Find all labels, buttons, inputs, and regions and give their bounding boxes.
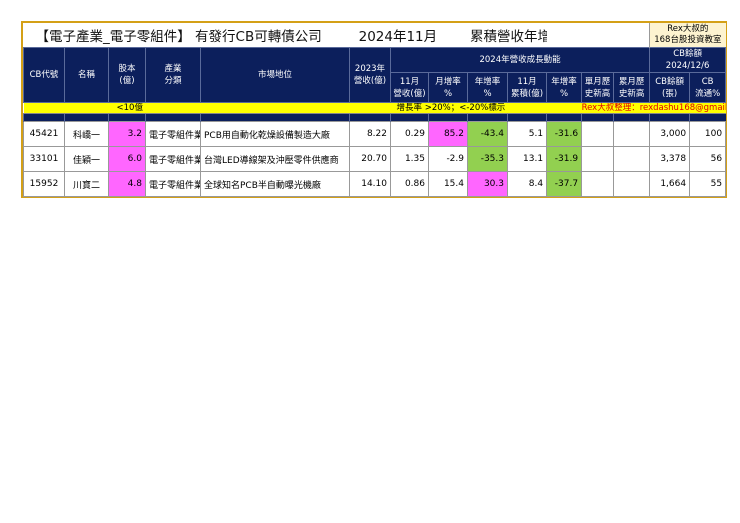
cell-cb-bal: 1,664 <box>649 171 691 197</box>
cell-cum: 8.4 <box>506 171 548 197</box>
header-nov-rev: 11月 營收(億) <box>390 72 429 103</box>
header-market: 市場地位 <box>200 47 350 103</box>
cell-code: 33101 <box>23 146 65 172</box>
cell-mom: 15.4 <box>428 171 468 197</box>
cell-cb-float: 100 <box>689 121 727 147</box>
brand-line: Rex大叔的 <box>667 24 709 34</box>
cell-cum-high <box>613 146 651 172</box>
cell-industry: 電子零組件業 <box>145 146 201 172</box>
header-industry: 產業 分類 <box>145 47 201 103</box>
cell-cum: 5.1 <box>506 121 548 147</box>
cell-nov-rev: 1.35 <box>390 146 429 172</box>
table-row: 15952 川寶二 4.8 電子零組件業 全球知名PCB半自動曝光機廠 14.10 0.86… <box>23 171 727 197</box>
header-cb-float: CB 流通% <box>689 72 727 103</box>
table-row: 45421 科嶠一 3.2 電子零組件業 PCB用自動化乾燥設備製造大廠 8.22 0.29… <box>23 121 727 147</box>
cell-market: PCB用自動化乾燥設備製造大廠 <box>200 121 350 147</box>
page-subtitle: 累積營收年增率排行 <box>470 29 547 45</box>
cell-cb-bal: 3,000 <box>649 121 691 147</box>
header-yoy: 年增率% <box>467 72 508 103</box>
cell-rev2023: 20.70 <box>349 146 391 172</box>
period-label: 2024年11月 <box>358 29 438 45</box>
cell-yoy: 30.3 <box>467 171 508 197</box>
cell-market: 全球知名PCB半自動曝光機廠 <box>200 171 350 197</box>
header-cum-high: 累月歷 史新高 <box>613 72 651 103</box>
header-growth-group: 2024年營收成長動能 <box>389 47 651 73</box>
cell-code: 15952 <box>23 171 65 197</box>
cell-capital: 3.2 <box>108 121 146 147</box>
header-cb-group: CB餘額 2024/12/6 <box>649 47 727 73</box>
header-month-high: 單月歷 史新高 <box>581 72 615 103</box>
cell-capital: 6.0 <box>108 146 146 172</box>
cell-capital: 4.8 <box>108 171 146 197</box>
cell-mom: 85.2 <box>428 121 468 147</box>
cell-month-high <box>581 171 615 197</box>
header-mom: 月增率% <box>428 72 468 103</box>
header-name: 名稱 <box>64 47 109 103</box>
title-row: 【電子產業_電子零組件】 有發行CB可轉債公司 2024年11月 累積營收年增率… <box>24 23 547 48</box>
cell-cum: 13.1 <box>506 146 548 172</box>
header-cum-yoy: 年增率% <box>546 72 583 103</box>
cell-name: 佳穎一 <box>64 146 109 172</box>
cell-name: 科嶠一 <box>64 121 109 147</box>
highlight-note: 增長率 >20%；<-20%標示 <box>390 102 582 114</box>
cell-nov-rev: 0.29 <box>390 121 429 147</box>
table-row: 33101 佳穎一 6.0 電子零組件業 台灣LED導線架及沖壓零件供應商 20.70 1.… <box>23 146 727 172</box>
cell-nov-rev: 0.86 <box>390 171 429 197</box>
brand-line: 168台股投資教室 <box>654 35 722 45</box>
report-frame: 【電子產業_電子零組件】 有發行CB可轉債公司 2024年11月 累積營收年增率… <box>21 21 727 198</box>
cell-rev2023: 14.10 <box>349 171 391 197</box>
cell-rev2023: 8.22 <box>349 121 391 147</box>
cell-cum-high <box>613 121 651 147</box>
cell-cb-float: 56 <box>689 146 727 172</box>
header-cb-balance: CB餘額 (張) <box>649 72 691 103</box>
brand-box: Rex大叔的 168台股投資教室 <box>649 23 726 48</box>
credit-email: Rex大叔整理：rexdashu168@gmail.com <box>581 102 726 114</box>
cell-cb-float: 55 <box>689 171 727 197</box>
cb-table: 【電子產業_電子零組件】 有發行CB可轉債公司 2024年11月 累積營收年增率… <box>23 23 727 197</box>
cell-industry: 電子零組件業 <box>145 171 201 197</box>
cell-code: 45421 <box>23 121 65 147</box>
cell-cum-yoy: -31.9 <box>546 146 583 172</box>
cell-cb-bal: 3,378 <box>649 146 691 172</box>
cell-cum-yoy: -31.6 <box>546 121 583 147</box>
cell-yoy: -35.3 <box>467 146 508 172</box>
header-rev2023: 2023年 營收(億) <box>349 47 391 103</box>
header-cb-code: CB代號 <box>23 47 65 103</box>
group-label: <10億 <box>108 102 391 114</box>
cell-month-high <box>581 121 615 147</box>
cell-cum-high <box>613 171 651 197</box>
cell-mom: -2.9 <box>428 146 468 172</box>
header-cum: 11月 累積(億) <box>506 72 548 103</box>
page-title: 【電子產業_電子零組件】 有發行CB可轉債公司 <box>35 29 322 45</box>
cell-market: 台灣LED導線架及沖壓零件供應商 <box>200 146 350 172</box>
cell-name: 川寶二 <box>64 171 109 197</box>
header-capital: 股本 (億) <box>108 47 146 103</box>
cell-month-high <box>581 146 615 172</box>
cell-yoy: -43.4 <box>467 121 508 147</box>
cell-industry: 電子零組件業 <box>145 121 201 147</box>
cell-cum-yoy: -37.7 <box>546 171 583 197</box>
